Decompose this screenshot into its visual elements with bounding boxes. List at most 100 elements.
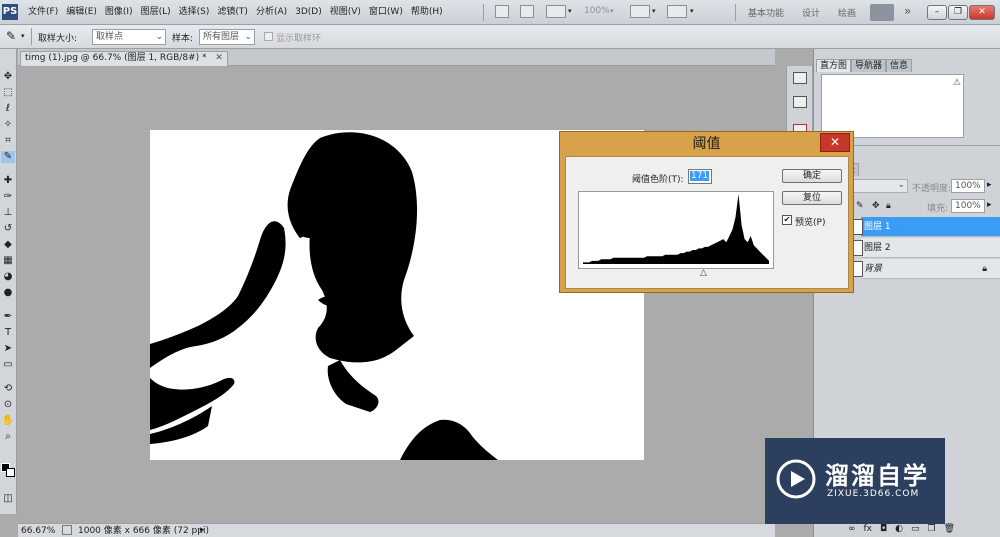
marquee-tool-icon[interactable]: ⬚ (1, 87, 15, 99)
workspace-design[interactable]: 设计 (802, 6, 820, 19)
layer-thumbnail (853, 261, 863, 277)
menu-item[interactable]: 文件(F) (24, 0, 62, 25)
threshold-level-input[interactable]: 171 (688, 169, 712, 184)
stamp-tool-icon[interactable]: ⊥ (1, 207, 15, 219)
watermark-url: ZIXUE.3D66.COM (827, 489, 920, 499)
sample-label: 样本: (172, 34, 194, 44)
preview-checkbox[interactable]: ✔ (782, 215, 792, 225)
close-tab-icon[interactable]: ✕ (215, 53, 223, 63)
workspace-essentials[interactable]: 基本功能 (748, 6, 784, 19)
quick-mask-icon[interactable]: ◫ (1, 493, 15, 505)
close-app-button[interactable]: ✕ (969, 5, 995, 20)
move-tool-icon[interactable]: ✥ (1, 71, 15, 83)
quick-select-tool-icon[interactable]: ✧ (1, 119, 15, 131)
reset-button[interactable]: 复位 (782, 191, 842, 205)
actions-panel-icon[interactable] (793, 72, 807, 84)
menu-item[interactable]: 视图(V) (326, 0, 365, 25)
sample-size-select[interactable]: 取样点 ⌄ (92, 29, 166, 45)
eraser-tool-icon[interactable]: ◆ (1, 239, 15, 251)
chevron-down-icon: ⌄ (897, 180, 905, 190)
zoom-readout[interactable]: 66.67% (21, 525, 55, 537)
lock-pixels-icon[interactable]: ✎ (856, 201, 864, 211)
gradient-tool-icon[interactable]: ▦ (1, 255, 15, 267)
threshold-slider-icon[interactable]: △ (700, 268, 707, 278)
arrange-documents-icon[interactable] (630, 5, 650, 18)
menu-item[interactable]: 分析(A) (252, 0, 291, 25)
bridge-icon[interactable] (495, 5, 509, 18)
zoom-tool-icon[interactable]: ⌕ (1, 431, 15, 443)
minibridge-icon[interactable] (520, 5, 534, 18)
opacity-input[interactable]: 100% (951, 179, 985, 193)
layer-row[interactable]: 图层 2 (853, 238, 1000, 258)
3d-rotate-tool-icon[interactable]: ⟲ (1, 383, 15, 395)
chevron-down-icon[interactable]: ▾ (568, 7, 572, 15)
toolbar-separator (483, 4, 484, 21)
tool-preset-chevron-icon[interactable]: ▾ (21, 32, 25, 40)
menu-item[interactable]: 编辑(E) (62, 0, 101, 25)
play-logo-icon (776, 459, 816, 499)
chevron-down-icon: ⌄ (244, 32, 252, 42)
status-menu-arrow-icon[interactable]: ▸ (200, 524, 205, 536)
lasso-tool-icon[interactable]: ℓ (1, 103, 15, 115)
layer-name: 背景 (864, 264, 883, 274)
layer-name: 图层 1 (864, 222, 891, 232)
more-workspaces-icon[interactable]: » (904, 4, 911, 18)
chevron-down-icon[interactable]: ▾ (690, 7, 694, 15)
chevron-down-icon[interactable]: ▾ (652, 7, 656, 15)
show-ring-checkbox[interactable] (264, 32, 273, 41)
menu-item[interactable]: 滤镜(T) (213, 0, 252, 25)
menu-item[interactable]: 图层(L) (137, 0, 175, 25)
menu-item[interactable]: 选择(S) (175, 0, 214, 25)
menu-item[interactable]: 帮助(H) (407, 0, 447, 25)
menu-item[interactable]: 3D(D) (291, 0, 326, 25)
options-separator (31, 28, 32, 45)
layer-row[interactable]: 背景 🔒︎ (853, 259, 1000, 279)
menu-item[interactable]: 窗口(W) (365, 0, 407, 25)
type-tool-icon[interactable]: T (1, 327, 15, 339)
hand-tool-icon[interactable]: ✋ (1, 415, 15, 427)
healing-tool-icon[interactable]: ✚ (1, 175, 15, 187)
document-tab[interactable]: timg (1).jpg @ 66.7% (图层 1, RGB/8#) * ✕ (20, 51, 228, 66)
crop-tool-icon[interactable]: ⌗ (1, 135, 15, 147)
background-color-swatch[interactable] (6, 468, 15, 477)
ok-button[interactable]: 确定 (782, 169, 842, 183)
tab-histogram[interactable]: 直方图 (816, 59, 852, 72)
workspace-painting[interactable]: 绘画 (838, 6, 856, 19)
workspace-active-tab[interactable] (870, 4, 894, 21)
lock-all-icon[interactable]: 🔒︎ (886, 201, 891, 211)
shape-tool-icon[interactable]: ▭ (1, 359, 15, 371)
path-select-tool-icon[interactable]: ➤ (1, 343, 15, 355)
minimize-button[interactable]: – (927, 5, 947, 20)
fill-arrow-icon[interactable]: ▸ (987, 200, 992, 210)
restore-button[interactable]: ❐ (948, 5, 968, 20)
brush-tool-icon[interactable]: ✑ (1, 191, 15, 203)
close-dialog-button[interactable]: ✕ (820, 133, 850, 152)
threshold-level-value: 171 (690, 171, 710, 181)
history-brush-tool-icon[interactable]: ↺ (1, 223, 15, 235)
dodge-tool-icon[interactable]: ● (1, 287, 15, 299)
layer-thumbnail (853, 240, 863, 256)
sample-select[interactable]: 所有图层 ⌄ (199, 29, 255, 45)
document-tab-title: timg (1).jpg @ 66.7% (图层 1, RGB/8#) * (25, 53, 207, 63)
animation-panel-icon[interactable] (793, 96, 807, 108)
eyedropper-icon[interactable]: ✎ (6, 29, 16, 43)
menu-bar: PS 文件(F) 编辑(E) 图像(I) 图层(L) 选择(S) 滤镜(T) 分析(A) 3D… (0, 0, 1000, 25)
tab-navigator[interactable]: 导航器 (851, 59, 887, 72)
layer-row[interactable]: 图层 1 (853, 217, 1000, 237)
delete-layer-icon[interactable]: 🗑︎ (944, 521, 955, 537)
menu-item[interactable]: 图像(I) (101, 0, 137, 25)
blur-tool-icon[interactable]: ◕ (1, 271, 15, 283)
pen-tool-icon[interactable]: ✒ (1, 311, 15, 323)
status-info-icon[interactable] (62, 525, 72, 535)
zoom-level[interactable]: 100% (584, 6, 610, 16)
chevron-down-icon[interactable]: ▾ (610, 7, 614, 15)
eyedropper-tool-icon[interactable]: ✎ (1, 151, 15, 163)
screen-mode-icon[interactable] (667, 5, 687, 18)
layer-thumbnail (853, 219, 863, 235)
lock-position-icon[interactable]: ✥ (872, 201, 880, 211)
tab-info[interactable]: 信息 (886, 59, 913, 72)
3d-orbit-tool-icon[interactable]: ⊙ (1, 399, 15, 411)
fill-input[interactable]: 100% (951, 199, 985, 213)
opacity-arrow-icon[interactable]: ▸ (987, 180, 992, 190)
view-extras-icon[interactable] (546, 5, 566, 18)
